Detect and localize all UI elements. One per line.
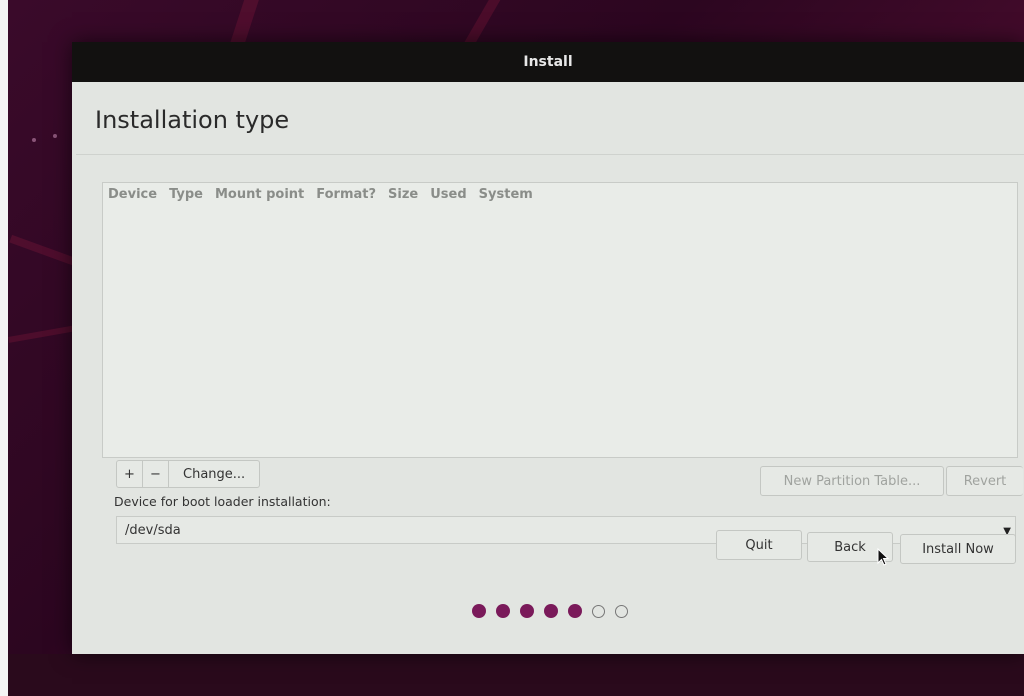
screen-bottom [8,654,1024,696]
add-partition-button[interactable]: + [117,461,143,487]
change-partition-button[interactable]: Change... [169,461,259,487]
partition-toolbar: + − Change... [116,460,261,488]
column-header-size[interactable]: Size [388,187,418,202]
column-header-used[interactable]: Used [430,187,466,202]
wallpaper-dot [32,138,36,142]
plus-icon: + [124,466,135,482]
step-dot-completed [520,604,534,618]
partition-table-header: Device Type Mount point Format? Size Use… [103,183,1017,202]
window-title: Install [523,54,573,70]
installer-content: Installation type Device Type Mount poin… [72,82,1024,654]
revert-button[interactable]: Revert [946,466,1023,496]
column-header-device[interactable]: Device [108,187,157,202]
mouse-pointer-icon [877,548,890,566]
quit-button[interactable]: Quit [716,530,802,560]
column-header-mount-point[interactable]: Mount point [215,187,304,202]
wallpaper-dot [53,134,57,138]
install-now-button[interactable]: Install Now [900,534,1016,564]
photo-border [0,0,8,696]
new-partition-table-button[interactable]: New Partition Table... [760,466,944,496]
boot-loader-selected-value: /dev/sda [125,522,181,538]
remove-partition-button[interactable]: − [143,461,169,487]
partition-table[interactable]: Device Type Mount point Format? Size Use… [102,182,1018,458]
column-header-system[interactable]: System [479,187,533,202]
step-dot-completed [472,604,486,618]
window-titlebar[interactable]: Install [72,42,1024,82]
column-header-format[interactable]: Format? [316,187,376,202]
step-dot-completed [544,604,558,618]
boot-loader-label: Device for boot loader installation: [114,494,331,509]
step-dot-pending [615,605,628,618]
step-dot-completed [496,604,510,618]
page-title: Installation type [95,106,290,134]
step-dot-pending [592,605,605,618]
column-header-type[interactable]: Type [169,187,203,202]
step-dot-completed [568,604,582,618]
minus-icon: − [150,466,161,482]
step-progress-indicator [472,604,628,618]
title-divider [76,154,1024,155]
